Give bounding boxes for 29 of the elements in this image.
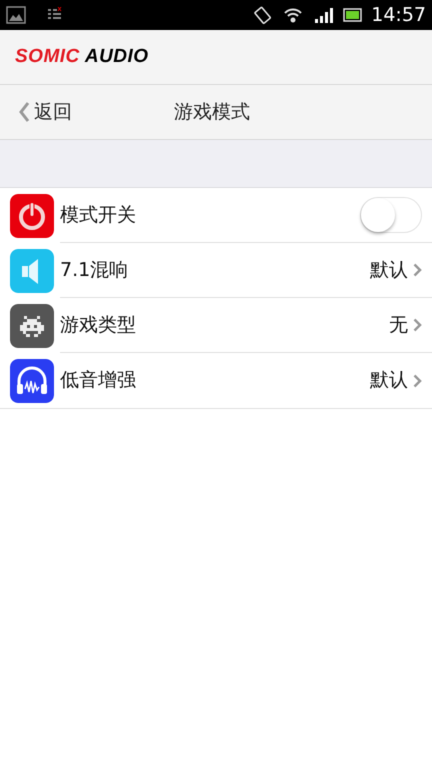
row-label: 低音增强 — [60, 368, 137, 394]
row-label: 游戏类型 — [60, 312, 137, 338]
wifi-icon — [283, 6, 304, 24]
chevron-left-icon — [18, 101, 30, 123]
rotate-icon — [253, 5, 274, 25]
row-label: 7.1混响 — [60, 258, 130, 283]
clock: 14:57 — [371, 2, 426, 28]
signal-icon — [315, 6, 334, 24]
battery-icon — [343, 8, 364, 22]
back-button[interactable]: 返回 — [0, 98, 72, 126]
row-label: 模式开关 — [60, 202, 137, 228]
settings-row[interactable]: 模式开关 — [0, 188, 432, 243]
picture-notification-icon — [6, 6, 26, 24]
logo: SOMIC AUDIO — [15, 44, 149, 69]
headphones-icon — [10, 358, 54, 402]
settings-row[interactable]: 游戏类型 无 — [0, 298, 432, 353]
chevron-right-icon — [413, 318, 422, 332]
row-value: 默认 — [370, 258, 408, 283]
settings-row[interactable]: 7.1混响 默认 — [0, 243, 432, 298]
row-value: 默认 — [370, 368, 408, 394]
toggle-switch[interactable] — [360, 197, 422, 233]
space-invader-icon — [10, 304, 54, 348]
chevron-right-icon — [413, 374, 422, 388]
page-title: 游戏模式 — [174, 100, 250, 125]
power-icon — [10, 194, 54, 238]
settings-row[interactable]: 低音增强 默认 — [0, 353, 432, 408]
row-value: 无 — [389, 312, 408, 338]
chevron-right-icon — [413, 263, 422, 277]
speaker-icon — [10, 248, 54, 292]
